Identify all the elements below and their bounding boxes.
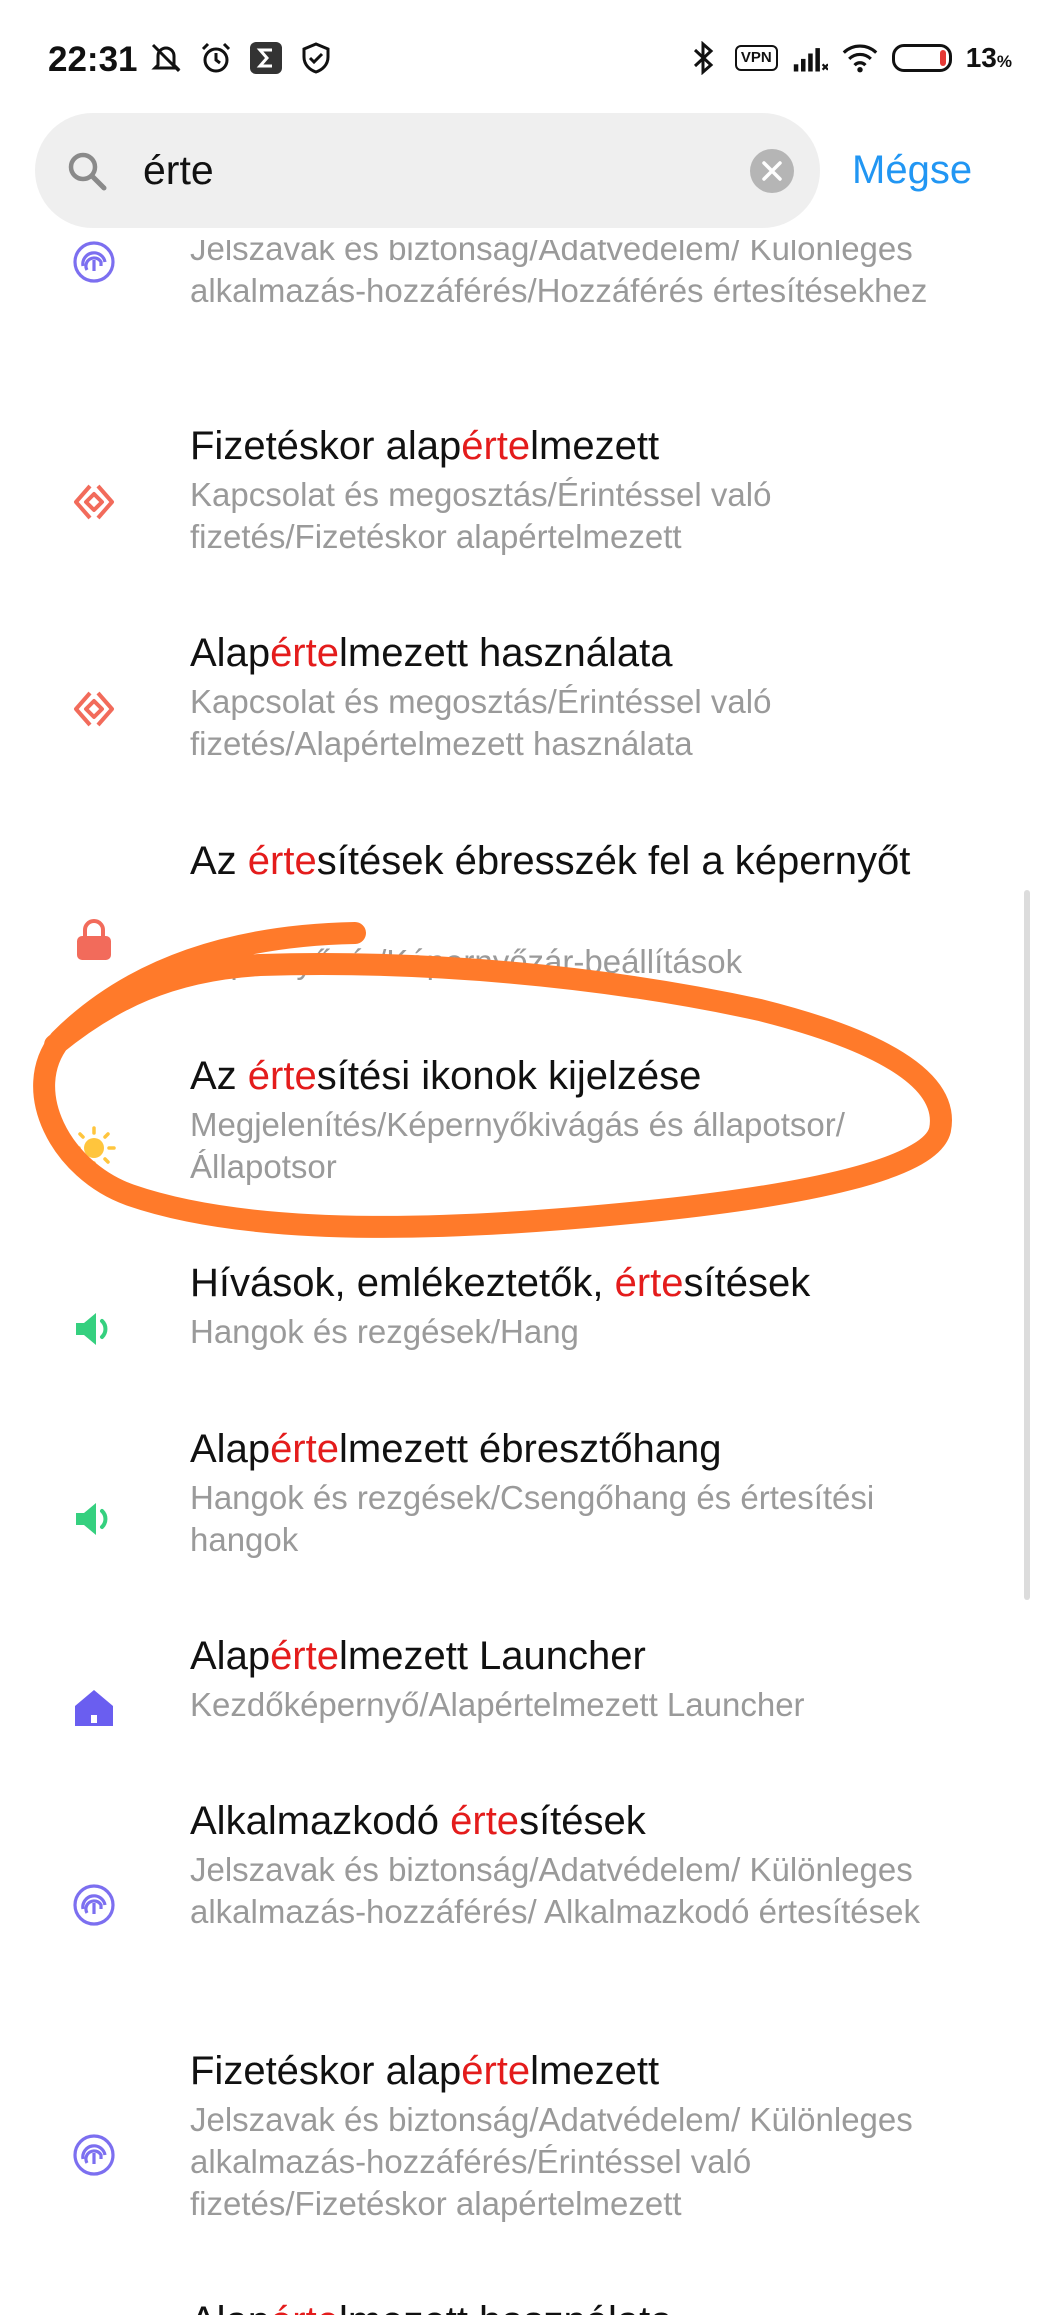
result-title: Fizetéskor alapértelmezett bbox=[190, 2045, 990, 2097]
scrollbar[interactable] bbox=[1024, 890, 1030, 1600]
query-highlight: érte bbox=[461, 424, 531, 468]
title-text: Alap bbox=[190, 1634, 271, 1678]
result-path: Jelszavak és biztonság/Adatvédelem/ Külö… bbox=[190, 2101, 913, 2222]
status-bar: 22:31 VPN 13% bbox=[0, 0, 1042, 120]
title-text: Az bbox=[190, 1054, 248, 1098]
result-path: Kapcsolat és megosztás/Érintéssel való f… bbox=[190, 476, 772, 555]
result-title: Alapértelmezett használata bbox=[190, 2295, 990, 2315]
result-path: Jelszavak és biztonság/Adatvédelem/ Külö… bbox=[190, 1851, 920, 1930]
nfc-icon bbox=[70, 685, 118, 733]
sigma-app-icon bbox=[248, 40, 284, 76]
result-path: Hangok és rezgések/Csengőhang és értesít… bbox=[190, 1479, 875, 1558]
result-path: Képernyőzár/Képernyőzár-beállítások bbox=[190, 943, 743, 980]
result-title: Alkalmazkodó értesítések bbox=[190, 1795, 990, 1847]
status-time: 22:31 bbox=[48, 40, 138, 79]
title-text: sítések bbox=[519, 1799, 646, 1843]
result-path: Hangok és rezgések/Hang bbox=[190, 1313, 579, 1350]
wifi-icon bbox=[842, 40, 878, 76]
search-input[interactable] bbox=[143, 135, 743, 205]
query-highlight: érte bbox=[270, 2299, 339, 2315]
query-highlight: érte bbox=[270, 1427, 339, 1471]
query-highlight: érte bbox=[247, 1054, 317, 1098]
speaker-icon bbox=[70, 1495, 118, 1543]
mute-icon bbox=[148, 40, 184, 76]
result-title: Az értesítési ikonok kijelzése bbox=[190, 1050, 990, 1102]
title-text: lmezett használata bbox=[339, 2299, 673, 2315]
battery-icon bbox=[891, 44, 952, 72]
home-icon bbox=[70, 1684, 118, 1732]
result-title: Alapértelmezett használata bbox=[190, 627, 990, 679]
fingerprint-icon bbox=[70, 2131, 118, 2179]
fingerprint-icon bbox=[70, 1881, 118, 1929]
title-text: lmezett Launcher bbox=[339, 1634, 646, 1678]
title-text: Alap bbox=[190, 2299, 270, 2315]
result-path: Kapcsolat és megosztás/Érintéssel való f… bbox=[190, 683, 772, 762]
cancel-button[interactable]: Mégse bbox=[852, 148, 972, 193]
result-title: Hívások, emlékeztetők, értesítések bbox=[190, 1257, 990, 1309]
title-text: lmezett ébresztőhang bbox=[339, 1427, 722, 1471]
search-results-list: Jelszavak és biztonság/Adatvédelem/ Külö… bbox=[0, 240, 1042, 2315]
bluetooth-icon bbox=[685, 40, 721, 76]
title-text: Az bbox=[190, 839, 248, 883]
query-highlight: érte bbox=[270, 631, 339, 675]
result-title: Az értesítések ébresszék fel a képernyőt bbox=[190, 835, 990, 887]
battery-percent: 13% bbox=[965, 42, 1012, 73]
result-title: Alapértelmezett ébresztőhang bbox=[190, 1423, 990, 1475]
result-path: Jelszavak és biztonság/Adatvédelem/ Külö… bbox=[190, 240, 928, 309]
query-highlight: érte bbox=[450, 1799, 520, 1843]
shield-icon bbox=[298, 40, 334, 76]
result-path: Megjelenítés/Képernyőkivágás és állapots… bbox=[190, 1106, 845, 1185]
title-text: Alap bbox=[190, 631, 271, 675]
query-highlight: érte bbox=[614, 1261, 684, 1305]
result-path: Kezdőképernyő/Alapértelmezett Launcher bbox=[190, 1686, 805, 1723]
result-title: Alapértelmezett Launcher bbox=[190, 1630, 990, 1682]
title-text: Fizetéskor alap bbox=[190, 2049, 462, 2093]
search-bar[interactable] bbox=[35, 113, 820, 228]
sun-icon bbox=[70, 1122, 118, 1170]
title-text: sítési ikonok kijelzése bbox=[316, 1054, 702, 1098]
lock-icon bbox=[70, 915, 118, 963]
title-text: sítések ébresszék fel a képernyőt bbox=[316, 839, 911, 883]
title-text: Alkalmazkodó bbox=[190, 1799, 451, 1843]
query-highlight: érte bbox=[461, 2049, 531, 2093]
title-text: sítések bbox=[683, 1261, 811, 1305]
title-text: lmezett bbox=[530, 424, 660, 468]
query-highlight: érte bbox=[270, 1634, 339, 1678]
title-text: Hívások, emlékeztetők, bbox=[190, 1261, 615, 1305]
alarm-icon bbox=[198, 40, 234, 76]
title-text: Fizetéskor alap bbox=[190, 424, 462, 468]
title-text: lmezett használata bbox=[339, 631, 673, 675]
title-text: lmezett bbox=[530, 2049, 660, 2093]
result-title: Fizetéskor alapértelmezett bbox=[190, 420, 990, 472]
signal-icon bbox=[792, 40, 828, 76]
nfc-icon bbox=[70, 478, 118, 526]
title-text: Alap bbox=[190, 1427, 271, 1471]
search-icon bbox=[65, 149, 109, 193]
vpn-icon: VPN bbox=[734, 45, 778, 71]
close-icon bbox=[762, 161, 782, 181]
clear-search-button[interactable] bbox=[750, 149, 794, 193]
fingerprint-icon bbox=[70, 240, 118, 286]
query-highlight: érte bbox=[247, 839, 317, 883]
speaker-icon bbox=[70, 1305, 118, 1353]
